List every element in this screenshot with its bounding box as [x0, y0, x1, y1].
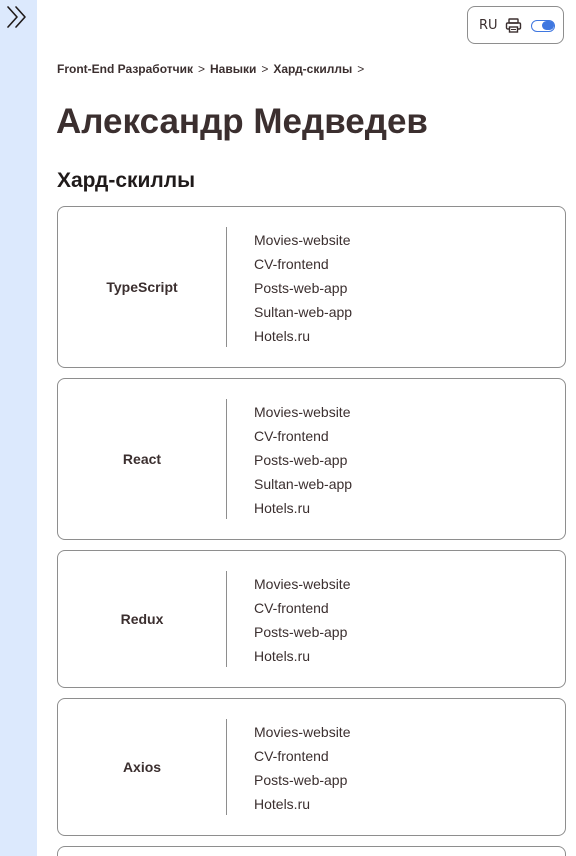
project-item[interactable]: Hotels.ru — [254, 324, 352, 348]
card-divider — [226, 571, 227, 667]
project-item[interactable]: Sultan-web-app — [254, 300, 352, 324]
project-list: Movies-website CV-frontend Posts-web-app… — [254, 228, 352, 348]
project-item[interactable]: Hotels.ru — [254, 644, 350, 668]
breadcrumb-item-position[interactable]: Front-End Разработчик — [57, 62, 193, 76]
skill-name: Axios — [122, 759, 162, 775]
printer-icon[interactable] — [505, 17, 522, 34]
project-item[interactable]: Posts-web-app — [254, 768, 350, 792]
project-item[interactable]: Posts-web-app — [254, 620, 350, 644]
project-item[interactable]: Movies-website — [254, 400, 352, 424]
project-item[interactable]: Movies-website — [254, 720, 350, 744]
project-list: Movies-website CV-frontend Posts-web-app… — [254, 720, 350, 816]
project-item[interactable]: CV-frontend — [254, 252, 352, 276]
skill-card-axios: Axios Movies-website CV-frontend Posts-w… — [57, 698, 566, 836]
breadcrumb-item-skills[interactable]: Навыки — [210, 62, 256, 76]
section-title: Хард-скиллы — [57, 169, 196, 192]
project-list: Movies-website CV-frontend Posts-web-app… — [254, 572, 350, 668]
skill-name: React — [122, 451, 162, 467]
project-item[interactable]: CV-frontend — [254, 744, 350, 768]
project-list: Movies-website CV-frontend Posts-web-app… — [254, 400, 352, 520]
page-title: Александр Медведев — [56, 102, 428, 141]
project-item[interactable]: Movies-website — [254, 228, 352, 252]
card-divider — [226, 399, 227, 519]
theme-toggle-knob — [542, 21, 554, 30]
skill-card-next — [57, 846, 566, 856]
skill-name: Redux — [120, 611, 164, 627]
card-divider — [226, 719, 227, 815]
breadcrumb-separator: > — [357, 62, 365, 76]
header-controls: RU — [467, 6, 564, 44]
project-item[interactable]: Movies-website — [254, 572, 350, 596]
breadcrumb-separator: > — [261, 62, 269, 76]
project-item[interactable]: Sultan-web-app — [254, 472, 352, 496]
skill-card-react: React Movies-website CV-frontend Posts-w… — [57, 378, 566, 540]
project-item[interactable]: Posts-web-app — [254, 448, 352, 472]
project-item[interactable]: CV-frontend — [254, 424, 352, 448]
breadcrumb-item-hard-skills[interactable]: Хард-скиллы — [273, 62, 352, 76]
sidebar — [0, 0, 37, 856]
project-item[interactable]: Posts-web-app — [254, 276, 352, 300]
breadcrumb: Front-End Разработчик > Навыки > Хард-скиллы… — [57, 61, 369, 77]
skill-card-redux: Redux Movies-website CV-frontend Posts-w… — [57, 550, 566, 688]
project-item[interactable]: Hotels.ru — [254, 496, 352, 520]
skill-name: TypeScript — [106, 279, 178, 295]
skill-card-typescript: TypeScript Movies-website CV-frontend Po… — [57, 206, 566, 368]
project-item[interactable]: CV-frontend — [254, 596, 350, 620]
project-item[interactable]: Hotels.ru — [254, 792, 350, 816]
language-switch[interactable]: RU — [479, 18, 498, 34]
card-divider — [226, 227, 227, 347]
chevron-double-right-icon[interactable] — [4, 4, 30, 30]
breadcrumb-separator: > — [197, 62, 205, 76]
theme-toggle[interactable] — [531, 20, 555, 32]
